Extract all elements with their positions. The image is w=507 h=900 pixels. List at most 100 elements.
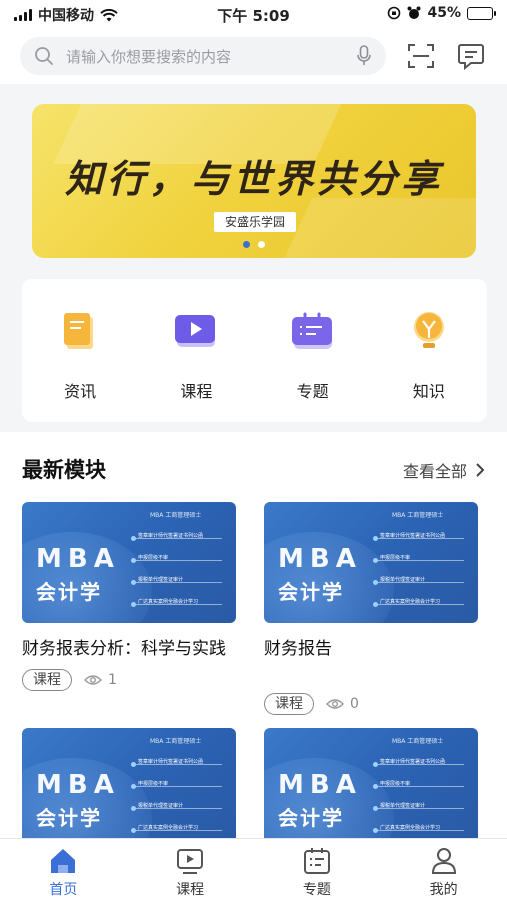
list-board-icon xyxy=(303,848,330,874)
thumbnail-mba-text: MBA xyxy=(278,770,362,800)
top-header: 请输入你想要搜索的内容 xyxy=(0,30,507,84)
thumbnail-row-text: 申报层级不审 xyxy=(380,555,411,561)
thumbnail-row-text: 报税单代理签证审计 xyxy=(380,577,426,583)
category-knowledge[interactable]: 知识 xyxy=(371,279,487,422)
banner-decoration xyxy=(279,198,476,258)
thumbnail-row-text: 申报层级不审 xyxy=(380,781,411,787)
thumbnail-row-text: 签章审计师代签署证书列公函 xyxy=(138,533,204,539)
thumbnail-top-tag: MBA 工商管理硕士 xyxy=(150,738,202,745)
thumbnail-row: 报税单代理签证审计 xyxy=(131,803,222,817)
bottom-tab-bar: 首页 课程 专题 我的 xyxy=(0,838,507,900)
scan-icon xyxy=(408,44,434,68)
module-thumbnail[interactable]: MBA 工商管理硕士 MBA 会计学 签章审计师代签署证书列公函 申报层级不审 … xyxy=(264,502,478,623)
battery-percent: 45% xyxy=(427,5,461,21)
microphone-icon[interactable] xyxy=(356,45,372,67)
thumbnail-row: 报税单代理签证审计 xyxy=(373,577,464,591)
module-card[interactable]: MBA 工商管理硕士 MBA 会计学 签章审计师代签署证书列公函 申报层级不审 … xyxy=(22,728,236,849)
banner-subtitle: 安盛乐学园 xyxy=(214,212,296,232)
promo-banner[interactable]: 知行，与世界共分享 安盛乐学园 xyxy=(32,104,476,258)
tab-topics[interactable]: 专题 xyxy=(254,839,381,900)
document-icon xyxy=(64,313,94,349)
tab-home[interactable]: 首页 xyxy=(0,839,127,900)
thumbnail-row: 申报层级不审 xyxy=(373,781,464,795)
thumbnail-subject: 会计学 xyxy=(36,806,102,830)
thumbnail-top-tag: MBA 工商管理硕士 xyxy=(392,512,444,519)
thumbnail-mba-text: MBA xyxy=(36,544,120,574)
module-thumbnail[interactable]: MBA 工商管理硕士 MBA 会计学 签章审计师代签署证书列公函 申报层级不审 … xyxy=(22,502,236,623)
lightbulb-icon xyxy=(413,312,444,348)
category-label: 资讯 xyxy=(64,382,97,401)
carousel-dot-active[interactable] xyxy=(243,241,250,248)
search-icon xyxy=(35,47,53,65)
thumbnail-row-text: 签章审计师代签署证书列公函 xyxy=(380,533,446,539)
module-title[interactable]: 财务报告 xyxy=(264,637,478,661)
scan-button[interactable] xyxy=(405,40,437,72)
view-count-value: 0 xyxy=(350,696,359,712)
tab-profile[interactable]: 我的 xyxy=(380,839,507,900)
view-count: 1 xyxy=(84,672,117,688)
thumbnail-row-text: 申报层级不审 xyxy=(138,781,169,787)
module-thumbnail[interactable]: MBA 工商管理硕士 MBA 会计学 签章审计师代签署证书列公函 申报层级不审 … xyxy=(22,728,236,849)
module-meta: 课程 0 xyxy=(264,693,478,715)
thumbnail-subject: 会计学 xyxy=(278,580,344,604)
view-count: 0 xyxy=(326,696,359,712)
thumbnail-row-text: 广达真实案例全融会计学习 xyxy=(138,825,199,831)
thumbnail-subject: 会计学 xyxy=(278,806,344,830)
orientation-lock-icon xyxy=(388,6,401,20)
module-card[interactable]: MBA 工商管理硕士 MBA 会计学 签章审计师代签署证书列公函 申报层级不审 … xyxy=(22,502,236,691)
thumbnail-top-tag: MBA 工商管理硕士 xyxy=(150,512,202,519)
chevron-right-icon xyxy=(476,463,485,477)
latest-modules-section: 最新模块 查看全部 MBA 工商管理硕士 MBA 会计学 签章审计师代签署证书列… xyxy=(0,432,507,849)
thumbnail-row: 报税单代理签证审计 xyxy=(131,577,222,591)
thumbnail-row: 申报层级不审 xyxy=(373,555,464,569)
thumbnail-row-text: 广达真实案例全融会计学习 xyxy=(380,825,441,831)
message-icon xyxy=(458,44,484,70)
thumbnail-row-text: 申报层级不审 xyxy=(138,555,169,561)
tab-courses[interactable]: 课程 xyxy=(127,839,254,900)
thumbnail-row-text: 签章审计师代签署证书列公函 xyxy=(380,759,446,765)
thumbnail-row-text: 报税单代理签证审计 xyxy=(138,803,184,809)
tab-label: 专题 xyxy=(302,882,331,898)
search-input[interactable]: 请输入你想要搜索的内容 xyxy=(54,46,356,67)
thumbnail-row: 签章审计师代签署证书列公函 xyxy=(131,759,222,773)
category-label: 课程 xyxy=(180,382,213,401)
category-label: 专题 xyxy=(296,382,329,401)
module-title[interactable]: 财务报表分析：科学与实践 xyxy=(22,637,236,661)
thumbnail-top-tag: MBA 工商管理硕士 xyxy=(392,738,444,745)
thumbnail-subject: 会计学 xyxy=(36,580,102,604)
thumbnail-row: 申报层级不审 xyxy=(131,555,222,569)
thumbnail-row-text: 报税单代理签证审计 xyxy=(380,803,426,809)
category-label: 知识 xyxy=(412,382,445,401)
section-title: 最新模块 xyxy=(22,458,106,482)
search-bar[interactable]: 请输入你想要搜索的内容 xyxy=(20,37,386,75)
status-right: 45% xyxy=(387,5,496,21)
thumbnail-row: 签章审计师代签署证书列公函 xyxy=(131,533,222,547)
view-all-link[interactable]: 查看全部 xyxy=(403,458,485,482)
category-news[interactable]: 资讯 xyxy=(22,279,138,422)
category-grid: 资讯 课程 专题 知识 xyxy=(22,279,487,422)
module-card[interactable]: MBA 工商管理硕士 MBA 会计学 签章审计师代签署证书列公函 申报层级不审 … xyxy=(264,728,478,849)
category-courses[interactable]: 课程 xyxy=(138,279,254,422)
message-button[interactable] xyxy=(455,40,487,72)
carousel-dot[interactable] xyxy=(258,241,265,248)
view-count-value: 1 xyxy=(108,672,117,688)
thumbnail-row-text: 签章审计师代签署证书列公函 xyxy=(138,759,204,765)
thumbnail-row: 广达真实案例全融会计学习 xyxy=(373,599,464,613)
video-play-icon xyxy=(175,315,216,347)
thumbnail-row-text: 广达真实案例全融会计学习 xyxy=(138,599,199,605)
banner-title: 知行，与世界共分享 xyxy=(64,156,443,201)
eye-icon xyxy=(326,699,344,709)
module-meta: 课程 1 xyxy=(22,669,236,691)
module-card[interactable]: MBA 工商管理硕士 MBA 会计学 签章审计师代签署证书列公函 申报层级不审 … xyxy=(264,502,478,715)
thumbnail-mba-text: MBA xyxy=(36,770,120,800)
home-icon xyxy=(51,849,76,873)
tab-label: 课程 xyxy=(176,882,205,898)
video-play-icon xyxy=(177,849,204,874)
module-thumbnail[interactable]: MBA 工商管理硕士 MBA 会计学 签章审计师代签署证书列公函 申报层级不审 … xyxy=(264,728,478,849)
thumbnail-row: 签章审计师代签署证书列公函 xyxy=(373,533,464,547)
thumbnail-row: 申报层级不审 xyxy=(131,781,222,795)
module-type-tag: 课程 xyxy=(264,693,314,715)
category-topics[interactable]: 专题 xyxy=(255,279,371,422)
module-type-tag: 课程 xyxy=(22,669,72,691)
status-bar: 中国移动 下午 5:09 45% xyxy=(0,0,507,30)
